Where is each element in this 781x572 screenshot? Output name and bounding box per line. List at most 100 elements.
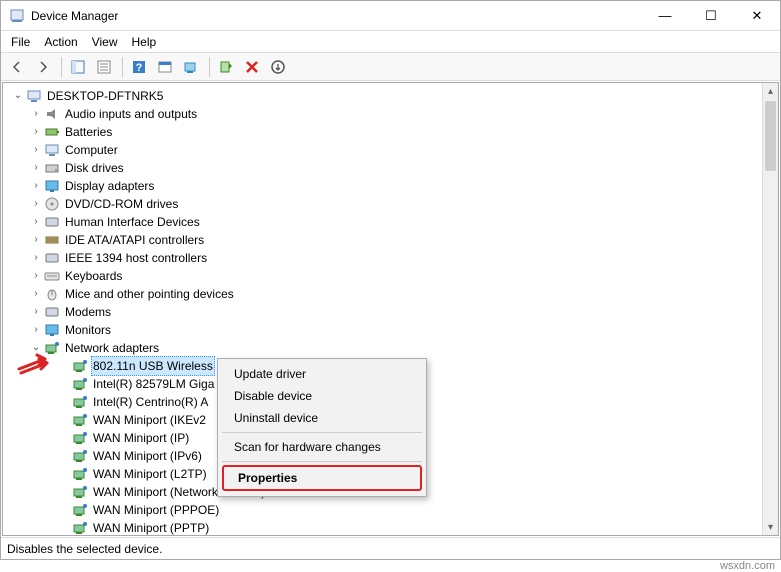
device-icon	[71, 466, 89, 482]
tree-label: IEEE 1394 host controllers	[63, 249, 209, 267]
expander-icon[interactable]: ›	[29, 231, 43, 249]
tree-label: Modems	[63, 303, 113, 321]
ctx-update-driver[interactable]: Update driver	[220, 363, 424, 385]
expander-icon[interactable]: ›	[29, 267, 43, 285]
tree-label: Intel(R) Centrino(R) A	[91, 393, 210, 411]
device-icon	[71, 430, 89, 446]
tree-row-cat-13[interactable]: ⌄Network adapters	[7, 339, 762, 357]
ctx-properties[interactable]: Properties	[222, 465, 422, 491]
tree-label: Monitors	[63, 321, 113, 339]
expander-icon[interactable]: ›	[29, 195, 43, 213]
scroll-up-icon[interactable]: ▴	[763, 83, 778, 99]
ctx-disable-device[interactable]: Disable device	[220, 385, 424, 407]
device-icon	[71, 448, 89, 464]
watermark: wsxdn.com	[720, 560, 775, 572]
vertical-scrollbar[interactable]: ▴ ▾	[762, 83, 778, 535]
enable-button[interactable]	[214, 55, 238, 79]
toolbar-separator	[122, 57, 123, 77]
expander-icon[interactable]: ›	[29, 321, 43, 339]
show-hidden-button[interactable]	[153, 55, 177, 79]
tree-label: Keyboards	[63, 267, 124, 285]
tree-row-cat-6[interactable]: › Human Interface Devices	[7, 213, 762, 231]
tree-label: Mice and other pointing devices	[63, 285, 236, 303]
window-title: Device Manager	[31, 9, 118, 23]
help-button[interactable]: ?	[127, 55, 151, 79]
device-icon	[25, 88, 43, 104]
expander-icon[interactable]: ›	[29, 105, 43, 123]
device-icon	[43, 268, 61, 284]
tree-row-cat-0[interactable]: › Audio inputs and outputs	[7, 105, 762, 123]
tree-label: Human Interface Devices	[63, 213, 202, 231]
device-manager-window: Device Manager — ☐ ✕ File Action View He…	[0, 0, 781, 560]
toolbar-separator	[61, 57, 62, 77]
expander-icon[interactable]: ›	[29, 123, 43, 141]
disable-button[interactable]	[240, 55, 264, 79]
tree-label: WAN Miniport (PPTP)	[91, 519, 211, 535]
app-icon	[9, 8, 25, 24]
tree-row-net-8[interactable]: WAN Miniport (PPPOE)	[7, 501, 762, 519]
back-button[interactable]	[5, 55, 29, 79]
device-icon	[43, 196, 61, 212]
tree-row-cat-3[interactable]: ›Disk drives	[7, 159, 762, 177]
expander-icon[interactable]: ›	[29, 213, 43, 231]
show-hide-tree-button[interactable]	[66, 55, 90, 79]
device-icon	[43, 214, 61, 230]
minimize-button[interactable]: —	[642, 1, 688, 31]
uninstall-button[interactable]	[266, 55, 290, 79]
tree-label: Audio inputs and outputs	[63, 105, 199, 123]
ctx-separator	[222, 461, 422, 462]
expander-icon[interactable]: ›	[29, 177, 43, 195]
expander-icon[interactable]: ⌄	[11, 87, 25, 105]
device-icon	[43, 124, 61, 140]
statusbar: Disables the selected device.	[1, 537, 780, 559]
tree-row-cat-4[interactable]: › Display adapters	[7, 177, 762, 195]
tree-label: Display adapters	[63, 177, 156, 195]
expander-icon[interactable]: ›	[29, 285, 43, 303]
tree-row-cat-8[interactable]: › IEEE 1394 host controllers	[7, 249, 762, 267]
device-icon	[71, 376, 89, 392]
expander-icon[interactable]: ›	[29, 249, 43, 267]
device-icon	[71, 412, 89, 428]
scroll-down-icon[interactable]: ▾	[763, 519, 778, 535]
device-icon	[43, 142, 61, 158]
ctx-scan-hardware[interactable]: Scan for hardware changes	[220, 436, 424, 458]
tree-label: Computer	[63, 141, 120, 159]
scroll-thumb[interactable]	[765, 101, 776, 171]
tree-label: Network adapters	[63, 339, 161, 357]
tree-row-cat-9[interactable]: › Keyboards	[7, 267, 762, 285]
tree-label: WAN Miniport (PPPOE)	[91, 501, 221, 519]
menu-file[interactable]: File	[11, 35, 30, 49]
menu-view[interactable]: View	[92, 35, 118, 49]
properties-button[interactable]	[92, 55, 116, 79]
device-icon	[71, 502, 89, 518]
expander-icon[interactable]: ›	[29, 159, 43, 177]
tree-row-root[interactable]: ⌄DESKTOP-DFTNRK5	[7, 87, 762, 105]
tree-row-cat-5[interactable]: ›DVD/CD-ROM drives	[7, 195, 762, 213]
scan-hardware-button[interactable]	[179, 55, 203, 79]
expander-icon[interactable]: ›	[29, 303, 43, 321]
close-button[interactable]: ✕	[734, 1, 780, 31]
tree-row-cat-10[interactable]: › Mice and other pointing devices	[7, 285, 762, 303]
tree-row-net-9[interactable]: WAN Miniport (PPTP)	[7, 519, 762, 535]
toolbar-separator	[209, 57, 210, 77]
device-icon	[43, 178, 61, 194]
svg-text:?: ?	[136, 62, 143, 74]
forward-button[interactable]	[31, 55, 55, 79]
tree-row-cat-11[interactable]: › Modems	[7, 303, 762, 321]
tree-row-cat-12[interactable]: › Monitors	[7, 321, 762, 339]
menu-action[interactable]: Action	[44, 35, 77, 49]
tree-row-cat-7[interactable]: ›IDE ATA/ATAPI controllers	[7, 231, 762, 249]
tree-row-cat-1[interactable]: ›Batteries	[7, 123, 762, 141]
ctx-uninstall-device[interactable]: Uninstall device	[220, 407, 424, 429]
device-icon	[71, 520, 89, 535]
annotation-arrow	[17, 351, 57, 375]
menubar: File Action View Help	[1, 31, 780, 53]
tree-row-cat-2[interactable]: › Computer	[7, 141, 762, 159]
tree-label: Intel(R) 82579LM Giga	[91, 375, 216, 393]
menu-help[interactable]: Help	[132, 35, 157, 49]
expander-icon[interactable]: ›	[29, 141, 43, 159]
device-icon	[71, 484, 89, 500]
device-icon	[71, 394, 89, 410]
ctx-separator	[222, 432, 422, 433]
maximize-button[interactable]: ☐	[688, 1, 734, 31]
